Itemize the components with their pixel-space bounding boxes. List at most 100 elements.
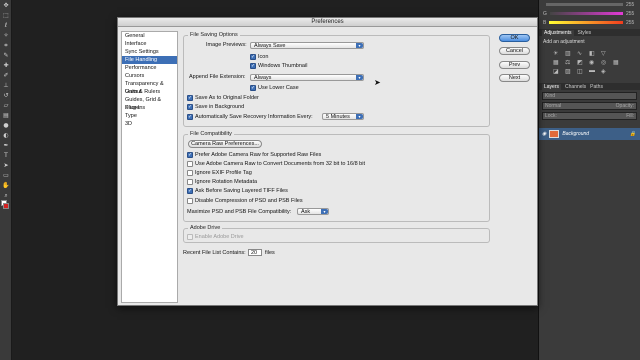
icon-checkbox[interactable]: ✓ xyxy=(250,54,256,60)
prefer-acr-checkbox[interactable]: ✓ xyxy=(187,152,193,158)
marquee-icon[interactable]: ⬚ xyxy=(1,11,11,20)
type-icon[interactable]: T xyxy=(1,151,11,160)
color-row-b[interactable]: B 255 xyxy=(539,18,640,27)
category-guides-grid[interactable]: Guides, Grid & Slices xyxy=(122,96,177,111)
acr-convert-checkbox[interactable] xyxy=(187,161,193,167)
category-general[interactable]: General xyxy=(122,32,177,40)
tab-paths[interactable]: Paths xyxy=(590,84,603,90)
gradient-icon[interactable]: ▤ xyxy=(1,111,11,120)
ignore-exif-checkbox[interactable] xyxy=(187,170,193,176)
category-sync-settings[interactable]: Sync Settings xyxy=(122,48,177,56)
save-in-background-checkbox[interactable]: ✓ xyxy=(187,104,193,110)
ask-tiff-checkbox[interactable]: ✓ xyxy=(187,188,193,194)
add-adjustment-label: Add an adjustment xyxy=(543,39,585,45)
enable-adobe-drive-checkbox[interactable] xyxy=(187,234,193,240)
layer-kind-filter[interactable]: Kind xyxy=(542,92,637,100)
chevron-down-icon: ▾ xyxy=(356,75,363,80)
brightness-icon[interactable]: ☀ xyxy=(553,50,562,57)
background-color-swatch[interactable] xyxy=(3,203,9,209)
recent-files-input[interactable]: 20 xyxy=(248,249,262,256)
category-units-rulers[interactable]: Units & Rulers xyxy=(122,88,177,96)
history-brush-icon[interactable]: ↺ xyxy=(1,91,11,100)
auto-save-checkbox[interactable]: ✓ xyxy=(187,114,193,120)
prev-button[interactable]: Prev xyxy=(499,61,530,69)
exposure-icon[interactable]: ◧ xyxy=(589,50,598,57)
hue-icon[interactable]: ▦ xyxy=(553,59,562,66)
eyedropper-icon[interactable]: ✎ xyxy=(1,51,11,60)
balance-icon[interactable]: ⚖ xyxy=(565,59,574,66)
cancel-button[interactable]: Cancel xyxy=(499,47,530,55)
blur-icon[interactable]: ● xyxy=(1,121,11,130)
blend-opacity-row: Normal Opacity: xyxy=(542,102,637,110)
layer-thumbnail xyxy=(549,130,560,138)
layer-background[interactable]: ◉ Background 🔒 xyxy=(539,128,640,140)
recent-files-suffix: files xyxy=(265,250,275,256)
hand-icon[interactable]: ✋ xyxy=(1,181,11,190)
pen-icon[interactable]: ✒ xyxy=(1,141,11,150)
auto-save-interval-select[interactable]: 5 Minutes ▾ xyxy=(322,113,364,120)
tab-layers[interactable]: Layers xyxy=(542,83,562,90)
category-plug-ins[interactable]: Plug-Ins xyxy=(122,104,177,112)
color-g-slider[interactable] xyxy=(549,12,623,15)
tab-styles[interactable]: Styles xyxy=(578,30,592,36)
mixer-icon[interactable]: ◎ xyxy=(601,59,610,66)
ok-button[interactable]: OK xyxy=(499,34,530,42)
category-performance[interactable]: Performance xyxy=(122,64,177,72)
threshold-icon[interactable]: ◫ xyxy=(577,68,586,75)
gradient-map-icon[interactable]: ▬ xyxy=(589,68,598,75)
bw-icon[interactable]: ◩ xyxy=(577,59,586,66)
brush-icon[interactable]: ✐ xyxy=(1,71,11,80)
stamp-icon[interactable]: ⊥ xyxy=(1,81,11,90)
layer-name[interactable]: Background xyxy=(562,131,589,137)
windows-thumbnail-checkbox[interactable]: ✓ xyxy=(250,63,256,69)
save-as-original-checkbox[interactable]: ✓ xyxy=(187,95,193,101)
category-cursors[interactable]: Cursors xyxy=(122,72,177,80)
selective-color-icon[interactable]: ◈ xyxy=(601,68,610,75)
heal-icon[interactable]: ✚ xyxy=(1,61,11,70)
category-file-handling[interactable]: File Handling xyxy=(122,56,177,64)
next-button[interactable]: Next xyxy=(499,74,530,82)
category-type[interactable]: Type xyxy=(122,112,177,120)
shape-icon[interactable]: ▭ xyxy=(1,171,11,180)
image-previews-select[interactable]: Always Save ▾ xyxy=(250,42,364,49)
zoom-icon[interactable]: ⌕ xyxy=(1,191,11,200)
color-b-slider[interactable] xyxy=(549,21,623,24)
use-lower-case-checkbox[interactable]: ✓ xyxy=(250,85,256,91)
tab-adjustments[interactable]: Adjustments xyxy=(542,29,574,36)
append-extension-select[interactable]: Always ▾ xyxy=(250,74,364,81)
move-icon[interactable]: ✥ xyxy=(1,1,11,10)
camera-raw-prefs-button[interactable]: Camera Raw Preferences... xyxy=(188,140,262,148)
dodge-icon[interactable]: ◐ xyxy=(1,131,11,140)
color-b-value[interactable]: 255 xyxy=(626,20,640,26)
category-interface[interactable]: Interface xyxy=(122,40,177,48)
ignore-rotation-label: Ignore Rotation Metadata xyxy=(195,179,258,185)
maximize-compat-select[interactable]: Ask ▾ xyxy=(297,208,329,215)
color-top-value: 255 xyxy=(626,1,635,8)
wand-icon[interactable]: ✧ xyxy=(1,31,11,40)
crop-icon[interactable]: ⌗ xyxy=(1,41,11,50)
color-g-value[interactable]: 255 xyxy=(626,11,640,17)
tab-channels[interactable]: Channels xyxy=(565,84,586,90)
invert-icon[interactable]: ◪ xyxy=(553,68,562,75)
photo-filter-icon[interactable]: ◉ xyxy=(589,59,598,66)
color-b-label: B xyxy=(543,19,547,26)
path-select-icon[interactable]: ➤ xyxy=(1,161,11,170)
vibrance-icon[interactable]: ▽ xyxy=(601,50,610,57)
blend-mode-select[interactable]: Normal xyxy=(545,103,561,109)
levels-icon[interactable]: ▥ xyxy=(565,50,574,57)
posterize-icon[interactable]: ▨ xyxy=(565,68,574,75)
opacity-label: Opacity: xyxy=(615,103,634,109)
eye-icon[interactable]: ◉ xyxy=(542,131,546,137)
color-row-g[interactable]: G 255 xyxy=(539,9,640,18)
fill-label: Fill: xyxy=(626,113,634,119)
blank-adj-icon xyxy=(613,50,622,57)
lasso-icon[interactable]: ℓ xyxy=(1,21,11,30)
ignore-rotation-checkbox[interactable] xyxy=(187,179,193,185)
category-transparency[interactable]: Transparency & Gamut xyxy=(122,80,177,95)
curves-icon[interactable]: ∿ xyxy=(577,50,586,57)
eraser-icon[interactable]: ▱ xyxy=(1,101,11,110)
ignore-exif-label: Ignore EXIF Profile Tag xyxy=(195,170,252,176)
category-3d[interactable]: 3D xyxy=(122,120,177,128)
lookup-icon[interactable]: ▦ xyxy=(613,59,622,66)
disable-compression-checkbox[interactable] xyxy=(187,198,193,204)
